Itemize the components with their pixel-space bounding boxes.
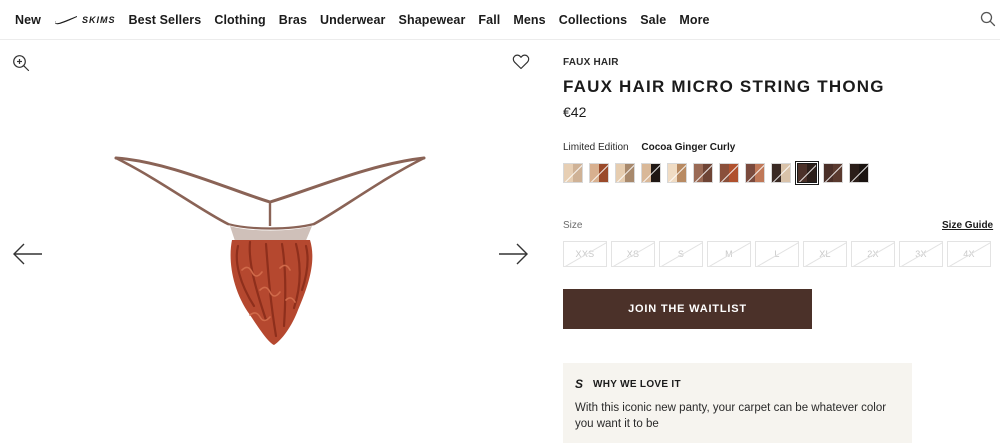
why-we-love-it-header: S WHY WE LOVE IT: [575, 378, 681, 390]
nav-item-bras[interactable]: Bras: [279, 12, 307, 28]
unavailable-slash: [756, 242, 798, 266]
color-prefix: Limited Edition: [563, 142, 629, 153]
color-swatch[interactable]: [823, 163, 843, 183]
heart-icon[interactable]: [512, 54, 530, 70]
size-label: Size: [563, 220, 583, 231]
color-swatch[interactable]: [849, 163, 869, 183]
search-icon[interactable]: [980, 11, 996, 27]
unavailable-slash: [564, 242, 606, 266]
why-we-love-it-text: With this iconic new panty, your carpet …: [575, 402, 887, 430]
size-option-xxs[interactable]: XXS: [563, 241, 607, 267]
selected-color-name: Cocoa Ginger Curly: [641, 142, 736, 153]
nav-item-best-sellers[interactable]: Best Sellers: [129, 12, 202, 28]
product-price: €42: [563, 104, 587, 120]
nav-item-more[interactable]: More: [679, 12, 709, 28]
unavailable-slash: [660, 242, 702, 266]
color-line: Limited Edition Cocoa Ginger Curly: [563, 142, 735, 153]
size-option-xl[interactable]: XL: [803, 241, 847, 267]
color-swatch[interactable]: [615, 163, 635, 183]
color-swatch[interactable]: [563, 163, 583, 183]
unavailable-slash: [804, 242, 846, 266]
nav-item-collections[interactable]: Collections: [559, 12, 627, 28]
color-swatch[interactable]: [693, 163, 713, 183]
nike-swoosh-icon: [55, 16, 78, 25]
why-we-love-it-title: WHY WE LOVE IT: [593, 378, 681, 390]
arrow-right-icon[interactable]: [497, 242, 529, 266]
nav-item-sale[interactable]: Sale: [640, 12, 666, 28]
size-option-3x[interactable]: 3X: [899, 241, 943, 267]
size-option-m[interactable]: M: [707, 241, 751, 267]
product-title: FAUX HAIR MICRO STRING THONG: [563, 77, 885, 96]
unavailable-slash: [612, 242, 654, 266]
nav-item-clothing[interactable]: Clothing: [214, 12, 265, 28]
size-option-l[interactable]: L: [755, 241, 799, 267]
why-we-love-it-box: S WHY WE LOVE IT With this iconic new pa…: [563, 363, 912, 443]
skims-s-icon: S: [575, 377, 584, 391]
nav-item-fall[interactable]: Fall: [478, 12, 500, 28]
size-option-2x[interactable]: 2X: [851, 241, 895, 267]
size-option-xs[interactable]: XS: [611, 241, 655, 267]
zoom-in-icon[interactable]: [12, 54, 30, 72]
join-waitlist-button[interactable]: JOIN THE WAITLIST: [563, 289, 812, 329]
product-image[interactable]: [110, 150, 430, 350]
product-eyebrow[interactable]: FAUX HAIR: [563, 57, 619, 68]
size-guide-link[interactable]: Size Guide: [942, 220, 993, 231]
nav-item-new[interactable]: New: [15, 12, 41, 28]
skims-logo: SKIMS: [82, 15, 116, 25]
unavailable-slash: [852, 242, 894, 266]
nav-item-shapewear[interactable]: Shapewear: [399, 12, 466, 28]
nike-skims-logo[interactable]: SKIMS: [54, 12, 116, 28]
size-option-s[interactable]: S: [659, 241, 703, 267]
color-swatch[interactable]: [745, 163, 765, 183]
color-swatches: [563, 161, 869, 185]
nav-item-mens[interactable]: Mens: [513, 12, 545, 28]
arrow-left-icon[interactable]: [12, 242, 44, 266]
color-swatch[interactable]: [589, 163, 609, 183]
color-swatch[interactable]: [795, 161, 819, 185]
color-swatch[interactable]: [667, 163, 687, 183]
color-swatch[interactable]: [771, 163, 791, 183]
size-option-4x[interactable]: 4X: [947, 241, 991, 267]
unavailable-slash: [708, 242, 750, 266]
color-swatch[interactable]: [641, 163, 661, 183]
nav-item-underwear[interactable]: Underwear: [320, 12, 386, 28]
top-nav: New SKIMS Best Sellers Clothing Bras Und…: [0, 0, 1000, 40]
size-selector: XXSXSSMLXL2X3X4X: [563, 241, 991, 267]
nav-list: New SKIMS Best Sellers Clothing Bras Und…: [15, 12, 723, 28]
unavailable-slash: [948, 242, 990, 266]
unavailable-slash: [900, 242, 942, 266]
color-swatch[interactable]: [719, 163, 739, 183]
